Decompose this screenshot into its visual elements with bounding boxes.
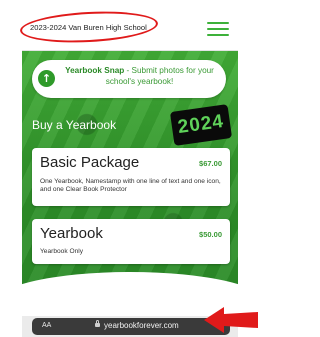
phone-screen: 2023-2024 Van Buren High School ↑ Yearbo… <box>22 10 238 337</box>
arrow-up-icon: ↑ <box>38 70 55 87</box>
package-price: $67.00 <box>199 159 222 168</box>
text-size-button[interactable]: AA <box>42 322 51 329</box>
package-description: Yearbook Only <box>40 248 84 255</box>
package-price: $50.00 <box>199 230 222 239</box>
yearbook-snap-banner[interactable]: ↑ Yearbook Snap - Submit photos for your… <box>32 60 226 98</box>
package-description: One Yearbook, Namestamp with one line of… <box>40 178 221 194</box>
package-name: Yearbook <box>40 225 103 242</box>
lock-icon <box>95 320 100 327</box>
url-text[interactable]: yearbookforever.com <box>104 321 179 330</box>
package-card-yearbook[interactable]: Yearbook $50.00 Yearbook Only <box>32 219 230 264</box>
package-name: Basic Package <box>40 154 140 171</box>
red-arrow-annotation <box>204 307 258 333</box>
snap-banner-text: Yearbook Snap - Submit photos for your s… <box>61 66 218 87</box>
section-title: Buy a Yearbook <box>32 118 117 132</box>
hamburger-menu-icon[interactable] <box>207 22 229 36</box>
snap-banner-bold: Yearbook Snap <box>65 66 125 75</box>
url-field[interactable]: AA yearbookforever.com <box>32 318 230 335</box>
package-card-basic[interactable]: Basic Package $67.00 One Yearbook, Names… <box>32 148 230 206</box>
